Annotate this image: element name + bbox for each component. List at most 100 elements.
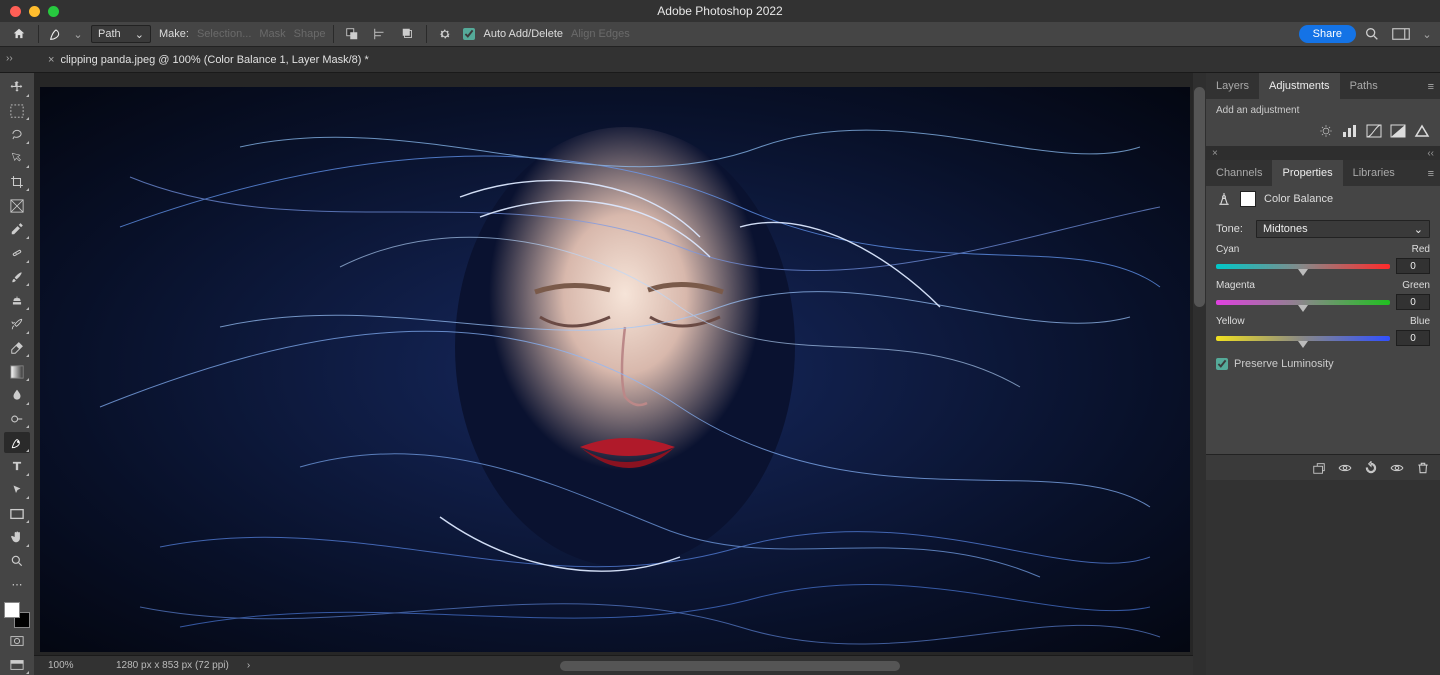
eyedropper-tool[interactable] <box>4 219 30 240</box>
foreground-color[interactable] <box>4 602 20 618</box>
cyan-red-track[interactable] <box>1216 264 1390 269</box>
horizontal-scrollbar-thumb[interactable] <box>560 661 900 671</box>
clone-stamp-tool[interactable] <box>4 290 30 311</box>
delete-adjustment-icon[interactable] <box>1416 461 1430 475</box>
frame-tool[interactable] <box>4 195 30 216</box>
panel-menu-icon[interactable]: ≡ <box>1428 81 1434 93</box>
maximize-window-button[interactable] <box>48 6 59 17</box>
edit-toolbar-button[interactable]: ⋯ <box>4 574 30 595</box>
horizontal-scrollbar[interactable] <box>268 661 1192 671</box>
slider-thumb[interactable] <box>1298 341 1308 348</box>
curves-icon[interactable] <box>1366 124 1382 138</box>
pen-mode-select[interactable]: Path ⌄ <box>91 25 151 43</box>
lasso-tool[interactable] <box>4 124 30 145</box>
marquee-tool[interactable] <box>4 101 30 122</box>
make-shape-button[interactable]: Shape <box>294 28 326 40</box>
toggle-visibility-icon[interactable] <box>1390 461 1404 475</box>
more-adjustments-icon[interactable] <box>1414 124 1430 138</box>
screen-mode-toggle[interactable] <box>4 654 30 675</box>
vertical-scrollbar-thumb[interactable] <box>1194 87 1205 307</box>
current-tool-icon[interactable] <box>47 25 65 43</box>
home-button[interactable] <box>8 25 30 43</box>
zoom-tool[interactable] <box>4 551 30 572</box>
divider <box>333 25 334 43</box>
main-area: ⋯ <box>0 73 1440 675</box>
magenta-green-value[interactable]: 0 <box>1396 294 1430 310</box>
minimize-window-button[interactable] <box>29 6 40 17</box>
path-arrangement-button[interactable] <box>398 25 418 43</box>
auto-add-delete-label: Auto Add/Delete <box>483 28 563 40</box>
gear-icon[interactable] <box>435 25 455 43</box>
path-selection-tool[interactable] <box>4 480 30 501</box>
tab-adjustments[interactable]: Adjustments <box>1259 73 1340 99</box>
quick-mask-toggle[interactable] <box>4 631 30 652</box>
tone-select[interactable]: Midtones ⌄ <box>1256 220 1430 238</box>
document-tab-title: clipping panda.jpeg @ 100% (Color Balanc… <box>60 54 368 66</box>
cyan-red-value[interactable]: 0 <box>1396 258 1430 274</box>
levels-icon[interactable] <box>1342 124 1358 138</box>
workspace-dropdown[interactable]: ⌄ <box>1422 28 1432 41</box>
expand-panels-icon[interactable]: ›› <box>6 53 13 64</box>
crop-tool[interactable] <box>4 172 30 193</box>
preserve-luminosity-checkbox[interactable] <box>1216 358 1228 370</box>
slider-left-label: Magenta <box>1216 280 1255 291</box>
type-tool[interactable] <box>4 456 30 477</box>
workspace-switcher-icon[interactable] <box>1392 27 1410 41</box>
healing-brush-tool[interactable] <box>4 243 30 264</box>
close-tab-icon[interactable]: × <box>48 54 54 66</box>
canvas-image[interactable] <box>40 87 1190 652</box>
blur-tool[interactable] <box>4 385 30 406</box>
canvas-viewport[interactable] <box>34 73 1206 655</box>
layer-mask-thumbnail[interactable] <box>1240 191 1256 207</box>
move-tool[interactable] <box>4 77 30 98</box>
tab-properties[interactable]: Properties <box>1272 160 1342 186</box>
yellow-blue-track[interactable] <box>1216 336 1390 341</box>
dodge-tool[interactable] <box>4 409 30 430</box>
auto-add-delete-checkbox[interactable] <box>463 28 475 40</box>
panel-menu-icon[interactable]: ≡ <box>1428 168 1434 180</box>
make-mask-button[interactable]: Mask <box>259 28 285 40</box>
tab-channels[interactable]: Channels <box>1206 160 1272 186</box>
hand-tool[interactable] <box>4 527 30 548</box>
panel-collapse-bar-1[interactable]: ×‹‹ <box>1206 146 1440 160</box>
magenta-green-slider: Magenta Green 0 <box>1216 280 1430 310</box>
color-swatches[interactable] <box>4 602 30 628</box>
yellow-blue-value[interactable]: 0 <box>1396 330 1430 346</box>
view-previous-state-icon[interactable] <box>1338 461 1352 475</box>
document-tab[interactable]: × clipping panda.jpeg @ 100% (Color Bala… <box>40 54 377 66</box>
pen-mode-value: Path <box>98 28 121 40</box>
slider-thumb[interactable] <box>1298 269 1308 276</box>
tab-layers[interactable]: Layers <box>1206 73 1259 99</box>
brightness-contrast-icon[interactable] <box>1318 124 1334 138</box>
magenta-green-track[interactable] <box>1216 300 1390 305</box>
reset-icon[interactable] <box>1364 461 1378 475</box>
vertical-scrollbar[interactable] <box>1193 73 1206 675</box>
app-title: Adobe Photoshop 2022 <box>657 4 782 18</box>
search-icon[interactable] <box>1364 26 1380 42</box>
eraser-tool[interactable] <box>4 338 30 359</box>
color-balance-adjustment-icon[interactable] <box>1216 191 1232 207</box>
clip-to-layer-icon[interactable] <box>1312 461 1326 475</box>
toolbox: ⋯ <box>0 73 34 675</box>
tab-paths[interactable]: Paths <box>1340 73 1388 99</box>
properties-title: Color Balance <box>1264 193 1333 205</box>
quick-selection-tool[interactable] <box>4 148 30 169</box>
slider-thumb[interactable] <box>1298 305 1308 312</box>
yellow-blue-slider: Yellow Blue 0 <box>1216 316 1430 346</box>
close-window-button[interactable] <box>10 6 21 17</box>
rectangle-tool[interactable] <box>4 503 30 524</box>
status-bar: 100% 1280 px x 853 px (72 ppi) › <box>34 655 1206 675</box>
tool-preset-dropdown[interactable]: ⌄ <box>73 28 83 41</box>
zoom-level[interactable]: 100% <box>48 660 98 671</box>
path-alignment-button[interactable] <box>370 25 390 43</box>
history-brush-tool[interactable] <box>4 314 30 335</box>
exposure-icon[interactable] <box>1390 124 1406 138</box>
pen-tool[interactable] <box>4 432 30 453</box>
path-operations-button[interactable] <box>342 25 362 43</box>
brush-tool[interactable] <box>4 267 30 288</box>
make-selection-button[interactable]: Selection... <box>197 28 251 40</box>
gradient-tool[interactable] <box>4 361 30 382</box>
tab-libraries[interactable]: Libraries <box>1343 160 1405 186</box>
status-chevron-icon[interactable]: › <box>247 660 250 671</box>
share-button[interactable]: Share <box>1299 25 1356 43</box>
